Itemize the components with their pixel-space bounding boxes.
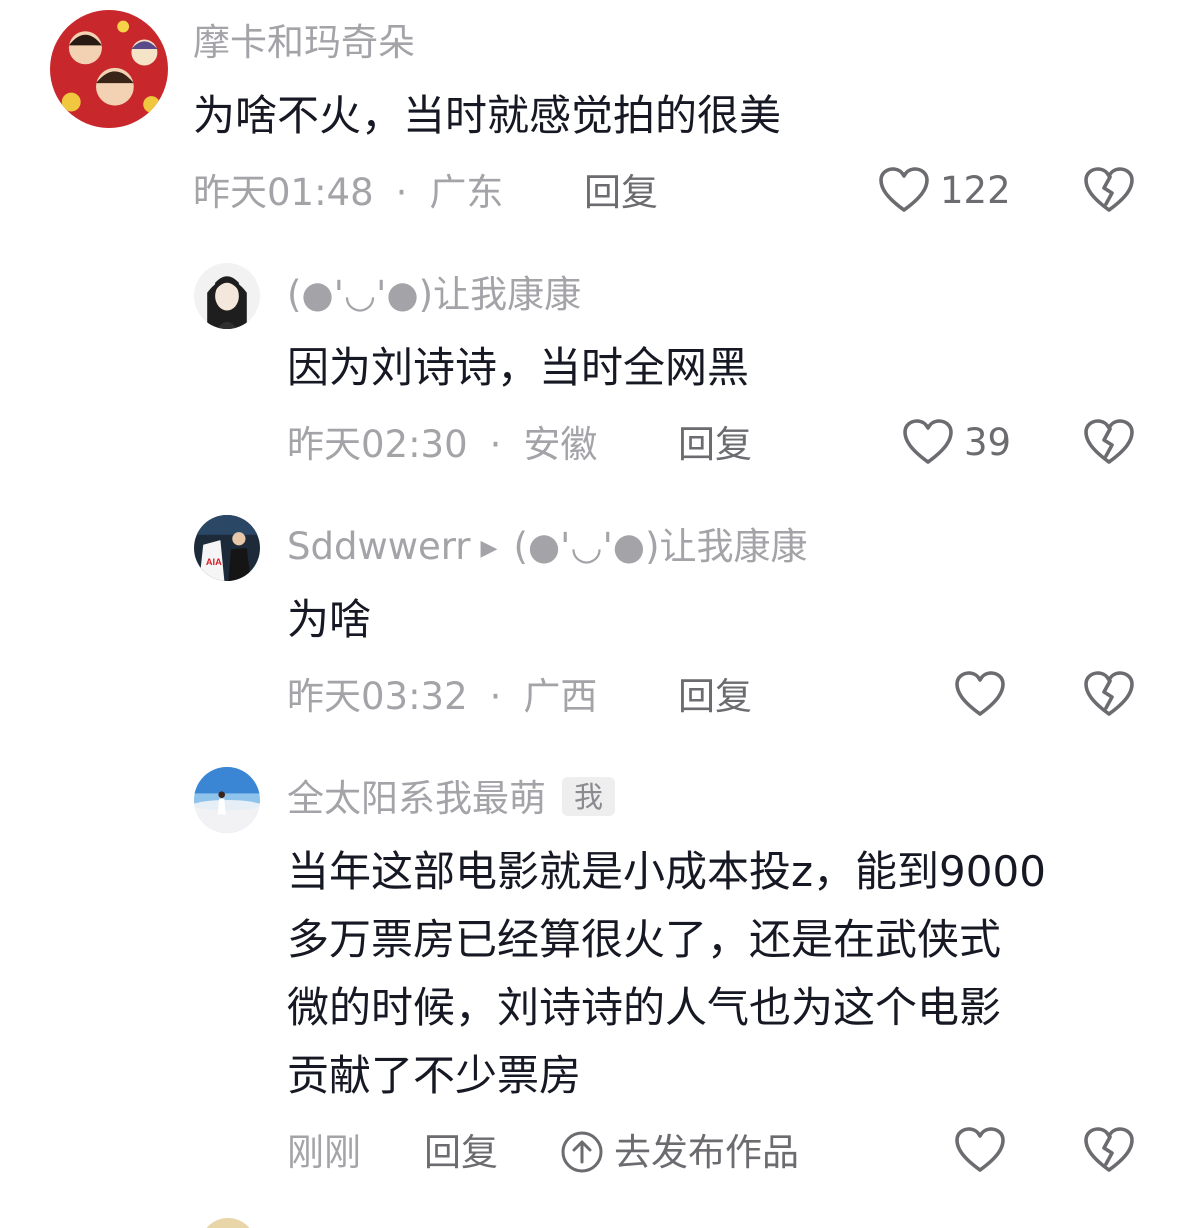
broken-heart-icon <box>1084 671 1134 716</box>
reply-button[interactable]: 回复 <box>678 678 752 715</box>
avatar[interactable] <box>50 10 168 128</box>
heart-outline-icon <box>879 167 929 212</box>
broken-heart-icon <box>1084 1127 1134 1172</box>
comment-time: 昨天02:30 <box>287 423 468 466</box>
heart-outline-icon <box>903 419 953 464</box>
heart-outline-icon <box>955 1127 1005 1172</box>
comment-time: 昨天03:32 <box>287 675 468 718</box>
dislike-button[interactable] <box>1083 166 1135 214</box>
like-count: 39 <box>964 420 1012 464</box>
broken-heart-icon <box>1084 419 1134 464</box>
comment-location: 安徽 <box>523 423 598 466</box>
meta-separator: · <box>395 171 408 214</box>
upload-circle-icon <box>561 1131 603 1173</box>
comment-text-line: 微的时候，刘诗诗的人气也为这个电影 <box>287 983 1002 1032</box>
comment-username[interactable]: 全太阳系我最萌我 <box>287 777 616 820</box>
like-button[interactable] <box>954 670 1006 718</box>
comment-text: 因为刘诗诗，当时全网黑 <box>287 343 750 392</box>
publish-work-button[interactable]: 去发布作品 <box>560 1130 799 1174</box>
avatar[interactable] <box>194 263 260 329</box>
comment-text: 为啥不火，当时就感觉拍的很美 <box>193 91 782 140</box>
heart-outline-icon <box>955 671 1005 716</box>
beach-photo-avatar-icon <box>194 767 260 833</box>
comment-meta: 昨天01:48 · 广东 <box>193 174 503 211</box>
comment-username[interactable]: Sddwwerr ▶ (●'◡'●)让我康康 <box>287 528 808 565</box>
anime-portrait-avatar-icon <box>194 263 260 329</box>
jersey-photo-avatar-icon: AIA <box>194 515 260 581</box>
comment-text: 为啥 <box>287 595 372 644</box>
comment-text-line: 多万票房已经算很火了，还是在武侠式 <box>287 915 1002 964</box>
comment-time: 刚刚 <box>287 1131 361 1174</box>
comment-author[interactable]: 全太阳系我最萌 <box>287 777 546 820</box>
comment-username[interactable]: 摩卡和玛奇朵 <box>193 24 415 61</box>
comment-meta: 昨天03:32 · 广西 <box>287 678 597 715</box>
comment-text-line: 贡献了不少票房 <box>287 1051 582 1100</box>
like-button[interactable]: 39 <box>902 418 1011 466</box>
like-count: 122 <box>940 168 1011 212</box>
reply-arrow-icon: ▶ <box>480 536 498 561</box>
comment-time: 昨天01:48 <box>193 171 374 214</box>
meta-separator: · <box>489 423 502 466</box>
me-badge: 我 <box>562 777 616 816</box>
like-button[interactable]: 122 <box>878 166 1011 214</box>
comment-location: 广西 <box>523 675 598 718</box>
avatar[interactable] <box>194 767 260 833</box>
reply-button[interactable]: 回复 <box>678 426 752 463</box>
like-button[interactable] <box>954 1126 1006 1174</box>
dislike-button[interactable] <box>1083 670 1135 718</box>
comment-text-line: 当年这部电影就是小成本投z，能到9000 <box>287 847 1046 896</box>
cartoon-avatar-icon <box>50 10 168 128</box>
dislike-button[interactable] <box>1083 418 1135 466</box>
publish-work-label: 去发布作品 <box>614 1130 799 1174</box>
reply-button[interactable]: 回复 <box>424 1134 498 1171</box>
broken-heart-icon <box>1084 167 1134 212</box>
comment-username[interactable]: (●'◡'●)让我康康 <box>287 276 581 313</box>
svg-text:AIA: AIA <box>206 557 222 567</box>
comment-text: 当年这部电影就是小成本投z，能到9000 多万票房已经算很火了，还是在武侠式 微… <box>287 838 1046 1110</box>
reply-target[interactable]: (●'◡'●)让我康康 <box>513 525 807 568</box>
dislike-button[interactable] <box>1083 1126 1135 1174</box>
reply-author[interactable]: Sddwwerr <box>287 525 471 568</box>
reply-button[interactable]: 回复 <box>584 174 658 211</box>
comment-location: 广东 <box>429 171 504 214</box>
meta-separator: · <box>489 675 502 718</box>
next-comment-avatar[interactable] <box>200 1218 256 1228</box>
comment-meta: 昨天02:30 · 安徽 <box>287 426 597 463</box>
avatar[interactable]: AIA <box>194 515 260 581</box>
